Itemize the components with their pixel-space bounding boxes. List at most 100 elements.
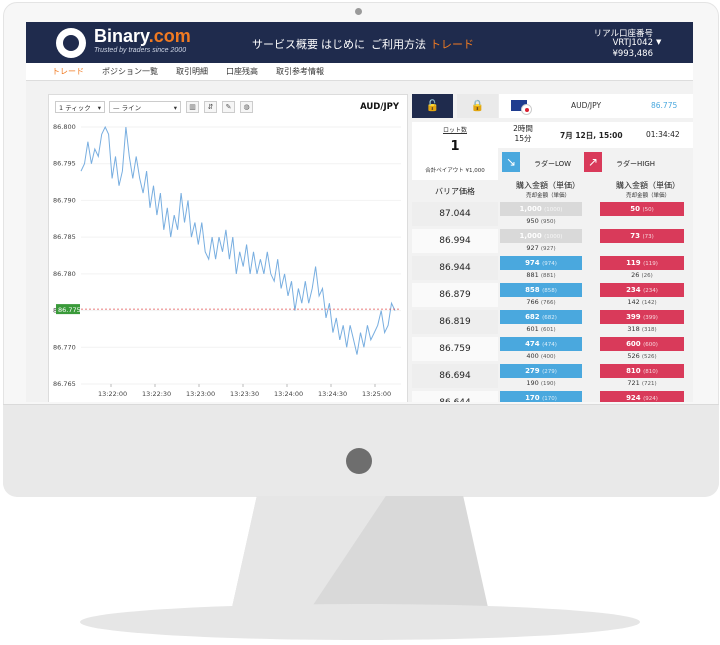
ladder-high-buy-button[interactable]: 73 (73) xyxy=(600,229,684,243)
ladder-low-buy-button[interactable]: 1,000 (1000) xyxy=(500,202,582,216)
site-header: Binary.com Trusted by traders since 2000… xyxy=(26,22,693,63)
nav-how-to-use[interactable]: ご利用方法 xyxy=(371,36,426,52)
y-tick-label: 86.780 xyxy=(53,270,76,278)
barrier-price: 87.044 xyxy=(439,209,471,219)
y-tick-label: 86.770 xyxy=(53,343,76,351)
subnav-balance[interactable]: 口座残高 xyxy=(226,66,258,77)
ladder-low-buy-button[interactable]: 858 (858) xyxy=(500,283,582,297)
ladder-high-buy-button[interactable]: 119 (119) xyxy=(600,256,684,270)
subnav-trade[interactable]: トレード xyxy=(52,66,84,77)
low-sell-value: 601 xyxy=(526,325,539,333)
ladder-low-buy-button[interactable]: 1,000 (1000) xyxy=(500,229,582,243)
expiry-date[interactable]: 7月 12日, 15:00 xyxy=(560,130,623,141)
x-tick-label: 13:23:30 xyxy=(230,390,259,398)
high-buy-unit: (924) xyxy=(643,396,658,402)
trade-price: 86.775 xyxy=(651,101,678,110)
low-buy-unit: (858) xyxy=(542,288,557,294)
ladder-high-buy-button[interactable]: 234 (234) xyxy=(600,283,684,297)
arrow-up-icon[interactable]: ↗ xyxy=(584,152,602,172)
low-sell-unit: (400) xyxy=(540,354,556,360)
price-line xyxy=(80,125,396,355)
unlock-icon[interactable]: 🔓 xyxy=(412,94,453,118)
ladder-high-buy-button[interactable]: 50 (50) xyxy=(600,202,684,216)
barrier-price: 86.819 xyxy=(439,317,471,327)
nav-getting-started[interactable]: はじめに xyxy=(321,36,365,52)
barrier-price: 86.694 xyxy=(439,371,471,381)
ladder-low-buy-button[interactable]: 682 (682) xyxy=(500,310,582,324)
brand-tagline: Trusted by traders since 2000 xyxy=(94,47,187,54)
arrow-down-icon[interactable]: ↘ xyxy=(502,152,520,172)
current-price-label: 86.775 xyxy=(58,306,81,314)
low-buy-unit: (279) xyxy=(542,369,557,375)
chart-pair-label: AUD/JPY xyxy=(360,102,399,112)
chart-style-select[interactable]: — ライン ▾ xyxy=(109,101,181,113)
ladder-low-sell: 881 (881) xyxy=(500,271,582,279)
ladder-low-buy-button[interactable]: 474 (474) xyxy=(500,337,582,351)
trade-pair: AUD/JPY xyxy=(571,101,602,110)
ladder-low-buy-button[interactable]: 279 (279) xyxy=(500,364,582,378)
ladder-low-buy-button[interactable]: 170 (170) xyxy=(500,391,582,402)
brand-logo-icon[interactable] xyxy=(56,28,86,58)
subnav-reference[interactable]: 取引参考情報 xyxy=(276,66,324,77)
japan-flag-icon xyxy=(521,104,532,115)
duration[interactable]: 2時間 15分 xyxy=(508,124,538,144)
low-sell-unit: (190) xyxy=(540,381,556,387)
ladder-high-buy-button[interactable]: 600 (600) xyxy=(600,337,684,351)
account-dropdown-icon[interactable]: ▼ xyxy=(656,38,661,46)
low-buy-value: 858 xyxy=(525,286,540,294)
ladder-low-sell: 400 (400) xyxy=(500,352,582,360)
high-sell-unit: (721) xyxy=(641,381,657,387)
low-buy-unit: (474) xyxy=(542,342,557,348)
palette-icon[interactable]: ◍ xyxy=(240,101,253,113)
chart-panel: 1 ティック ▾ — ライン ▾ ▥ ⇵ ✎ ◍ AUD/JPY 86.800 86.… xyxy=(48,94,408,402)
lot-value[interactable]: 1 xyxy=(412,139,498,154)
drawing-tools-icon[interactable]: ⇵ xyxy=(204,101,217,113)
ladder-high-sell: 26 (26) xyxy=(600,271,684,279)
high-sell-value: 721 xyxy=(627,379,640,387)
high-buy-value: 810 xyxy=(626,367,641,375)
countdown: 01:34:42 xyxy=(646,130,680,139)
subnav-positions[interactable]: ポジション一覧 xyxy=(102,66,158,77)
y-tick-label: 86.800 xyxy=(53,123,76,131)
ladder-high-buy-button[interactable]: 924 (924) xyxy=(600,391,684,402)
indicator-icon[interactable]: ▥ xyxy=(186,101,199,113)
ladder-low-sell: 766 (766) xyxy=(500,298,582,306)
low-buy-unit: (170) xyxy=(542,396,557,402)
barrier-price: 86.944 xyxy=(439,263,471,273)
nav-trade[interactable]: トレード xyxy=(430,36,474,52)
camera-dot xyxy=(355,8,362,15)
high-buy-unit: (119) xyxy=(643,261,658,267)
ladder-low-buy-button[interactable]: 974 (974) xyxy=(500,256,582,270)
screen: Binary.com Trusted by traders since 2000… xyxy=(26,22,693,402)
high-sell-value: 526 xyxy=(627,352,640,360)
ladder-low-sell: 601 (601) xyxy=(500,325,582,333)
high-buy-value: 399 xyxy=(626,313,641,321)
high-buy-unit: (73) xyxy=(642,234,654,240)
ladder-low-label[interactable]: ラダーLOW xyxy=(534,159,571,169)
brand-name[interactable]: Binary.com xyxy=(94,26,191,47)
low-buy-value: 682 xyxy=(525,313,540,321)
y-tick-label: 86.785 xyxy=(53,233,76,241)
high-buy-unit: (234) xyxy=(643,288,658,294)
lot-box: ロット数 1 合計ペイアウト ¥1,000 xyxy=(412,122,498,180)
ladder-high-sell: 526 (526) xyxy=(600,352,684,360)
barrier-price: 86.994 xyxy=(439,236,471,246)
price-chart[interactable]: 86.800 86.795 86.790 86.785 86.780 86.775 86.7… xyxy=(49,119,407,402)
low-buy-unit: (974) xyxy=(542,261,557,267)
x-tick-label: 13:25:00 xyxy=(362,390,391,398)
ladder-high-sell: 142 (142) xyxy=(600,298,684,306)
ladder-high-buy-button[interactable]: 399 (399) xyxy=(600,310,684,324)
ladder-high-sell: 721 (721) xyxy=(600,379,684,387)
account-id[interactable]: VRTJ1042 xyxy=(613,38,653,48)
ladder-high-label[interactable]: ラダーHIGH xyxy=(616,159,655,169)
tick-interval-select[interactable]: 1 ティック ▾ xyxy=(55,101,105,113)
subnav-statement[interactable]: 取引明細 xyxy=(176,66,208,77)
x-tick-label: 13:24:00 xyxy=(274,390,303,398)
low-sell-value: 190 xyxy=(526,379,539,387)
nav-service-overview[interactable]: サービス概要 xyxy=(252,36,318,52)
ladder-high-buy-button[interactable]: 810 (810) xyxy=(600,364,684,378)
lock-icon[interactable]: 🔒 xyxy=(457,94,498,118)
pencil-icon[interactable]: ✎ xyxy=(222,101,235,113)
high-sell-unit: (26) xyxy=(641,273,653,279)
pair-row[interactable]: AUD/JPY 86.775 xyxy=(498,94,693,118)
